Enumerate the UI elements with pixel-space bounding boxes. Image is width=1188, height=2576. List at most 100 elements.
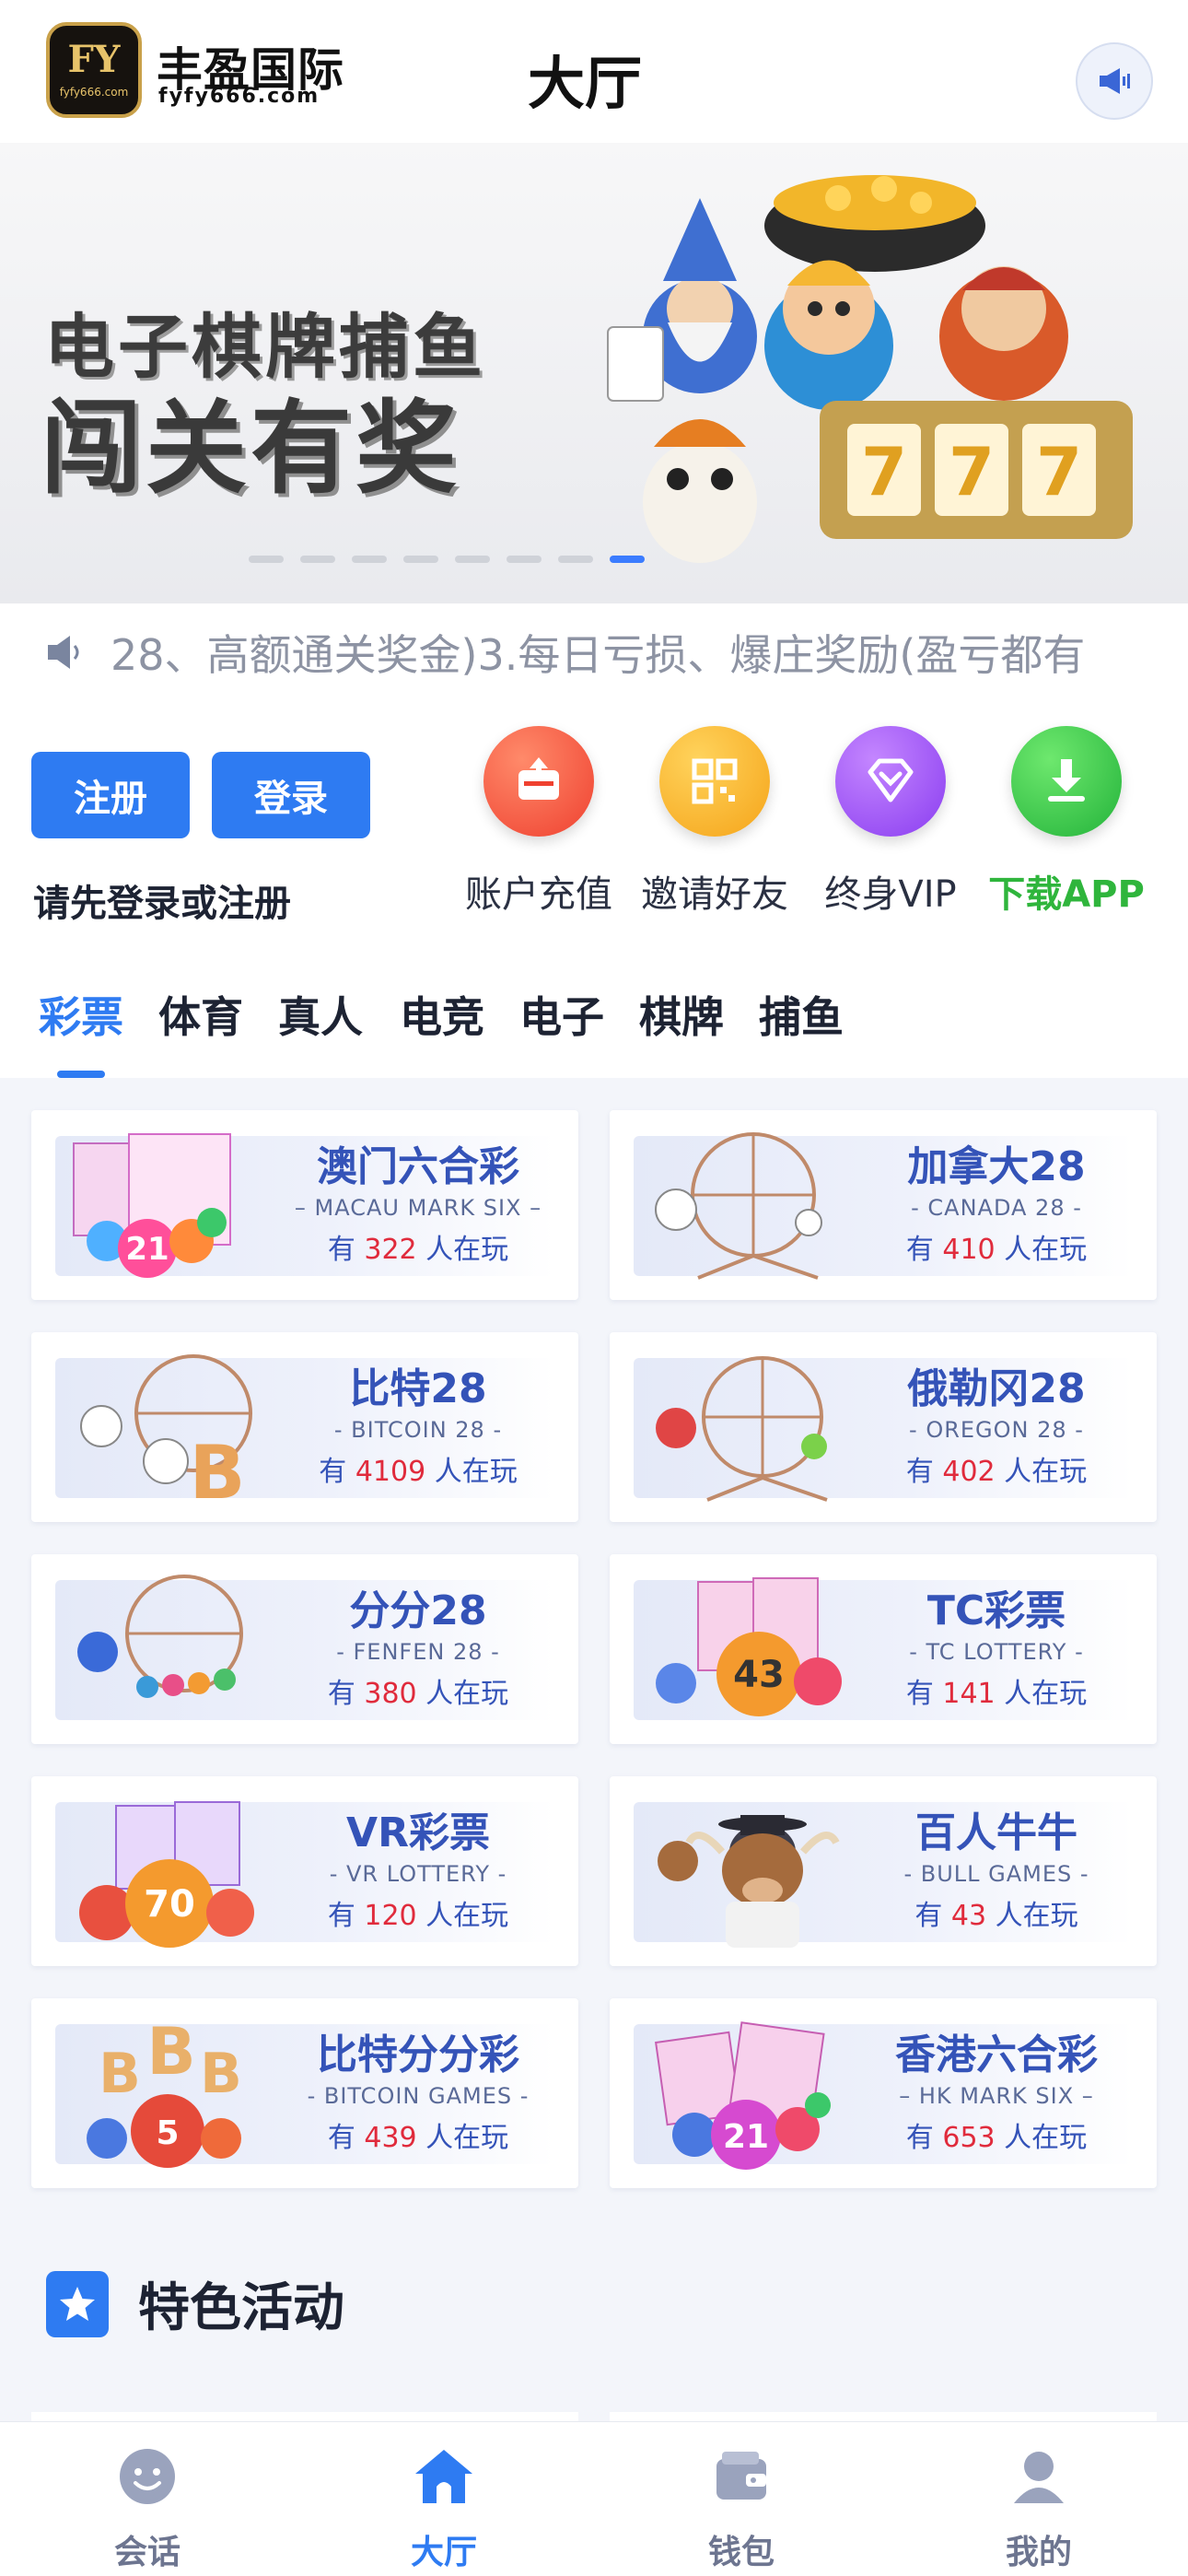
players-suffix: 人在玩 (425, 1456, 518, 1489)
pagination-dot[interactable] (558, 556, 593, 563)
svg-text:B: B (99, 2042, 141, 2106)
players-online: 有 402 人在玩 (849, 1448, 1144, 1489)
game-info: 百人牛牛 - BULL GAMES - 有 43 人在玩 (849, 1810, 1144, 1933)
banner-subheadline: 闯关有奖 (41, 390, 460, 508)
chat-icon (120, 2449, 175, 2504)
pagination-dot[interactable] (249, 556, 284, 563)
player-count: 653 (942, 2122, 996, 2155)
svg-text:7: 7 (949, 433, 995, 510)
player-count: 402 (942, 1456, 996, 1489)
game-card-canada-28[interactable]: 加拿大28 - CANADA 28 - 有 410 人在玩 (610, 1110, 1157, 1300)
game-info: 加拿大28 - CANADA 28 - 有 410 人在玩 (849, 1144, 1144, 1267)
vip-action[interactable]: 终身VIP (808, 726, 973, 918)
players-suffix: 人在玩 (995, 1678, 1088, 1711)
announcement-button[interactable] (1076, 42, 1153, 120)
page-title: 大厅 (527, 50, 642, 117)
pagination-dot[interactable] (403, 556, 438, 563)
game-name: TC彩票 (926, 1587, 1066, 1634)
players-suffix: 人在玩 (986, 1900, 1078, 1933)
game-info: 比特分分彩 - BITCOIN GAMES - 有 439 人在玩 (271, 2032, 565, 2155)
deposit-action[interactable]: 账户充值 (456, 726, 622, 918)
players-online: 有 653 人在玩 (849, 2114, 1144, 2155)
nav-wallet[interactable]: 钱包 (649, 2444, 833, 2573)
svg-text:7: 7 (861, 433, 907, 510)
qr-code-icon (659, 726, 770, 837)
tab-cards[interactable]: 棋牌 (639, 984, 724, 1045)
tab-lottery[interactable]: 彩票 (39, 984, 123, 1045)
game-english-name: – HK MARK SIX – (899, 2083, 1094, 2110)
deposit-icon (483, 726, 594, 837)
account-panel: 注册 登录 请先登录或注册 账户充值 邀请好友 终身VIP 下载APP (0, 700, 1188, 951)
players-online: 有 322 人在玩 (271, 1226, 565, 1267)
pagination-dot-active[interactable] (610, 556, 645, 563)
notice-marquee[interactable]: 28、高额通关奖金)3.每日亏损、爆庄奖励(盈亏都有 (0, 603, 1188, 700)
game-name: 比特分分彩 (317, 2032, 519, 2078)
nav-label: 会话 (113, 2534, 181, 2571)
game-card-fenfen-28[interactable]: 分分28 - FENFEN 28 - 有 380 人在玩 (31, 1554, 578, 1744)
players-online: 有 439 人在玩 (271, 2114, 565, 2155)
players-prefix: 有 (327, 1900, 365, 1933)
tab-fishing[interactable]: 捕鱼 (759, 984, 844, 1045)
players-prefix: 有 (319, 1456, 355, 1489)
pagination-dot[interactable] (455, 556, 490, 563)
game-info: 香港六合彩 – HK MARK SIX – 有 653 人在玩 (849, 2032, 1144, 2155)
svg-text:B: B (200, 2042, 242, 2106)
game-english-name: - OREGON 28 - (909, 1417, 1084, 1444)
pagination-dot[interactable] (352, 556, 387, 563)
game-english-name: - CANADA 28 - (911, 1195, 1082, 1222)
players-suffix: 人在玩 (416, 1234, 509, 1267)
tab-esports[interactable]: 电竞 (400, 984, 484, 1045)
game-card-bitcoin-28[interactable]: B 比特28 - BITCOIN 28 - 有 4109 人在玩 (31, 1332, 578, 1522)
player-count: 439 (364, 2122, 417, 2155)
svg-text:B: B (190, 1430, 246, 1509)
tab-live[interactable]: 真人 (278, 984, 363, 1045)
svg-text:7: 7 (1036, 433, 1082, 510)
banner-pagination (249, 556, 645, 563)
svg-text:70: 70 (144, 1883, 195, 1926)
tab-slots[interactable]: 电子 (519, 984, 604, 1045)
tab-sports[interactable]: 体育 (158, 984, 243, 1045)
game-card-oregon-28[interactable]: 俄勒冈28 - OREGON 28 - 有 402 人在玩 (610, 1332, 1157, 1522)
game-info: 比特28 - BITCOIN 28 - 有 4109 人在玩 (271, 1365, 565, 1489)
svg-text:21: 21 (125, 1231, 169, 1268)
game-name: 比特28 (349, 1365, 487, 1412)
game-card-macau-mark-six[interactable]: 21 澳门六合彩 – MACAU MARK SIX – 有 322 人在玩 (31, 1110, 578, 1300)
players-online: 有 410 人在玩 (849, 1226, 1144, 1267)
pagination-dot[interactable] (300, 556, 335, 563)
game-info: TC彩票 - TC LOTTERY - 有 141 人在玩 (849, 1587, 1144, 1711)
login-button[interactable]: 登录 (212, 752, 370, 838)
game-card-tc-lottery[interactable]: 43 TC彩票 - TC LOTTERY - 有 141 人在玩 (610, 1554, 1157, 1744)
nav-chat[interactable]: 会话 (55, 2444, 239, 2573)
game-info: 分分28 - FENFEN 28 - 有 380 人在玩 (271, 1588, 565, 1711)
invite-action[interactable]: 邀请好友 (632, 726, 798, 918)
game-info: 俄勒冈28 - OREGON 28 - 有 402 人在玩 (849, 1365, 1144, 1489)
active-tab-indicator (57, 1071, 105, 1078)
players-prefix: 有 (327, 1678, 365, 1711)
category-tabs: 彩票 体育 真人 电竞 电子 棋牌 捕鱼 (0, 951, 1188, 1078)
featured-activities-heading: 特色活动 (46, 2266, 344, 2341)
quick-action-label: 终身VIP (824, 873, 957, 916)
game-info: 澳门六合彩 – MACAU MARK SIX – 有 322 人在玩 (271, 1143, 565, 1267)
promo-banner[interactable]: 电子棋牌捕鱼 闯关有奖 7 7 7 (0, 143, 1188, 603)
players-online: 有 4109 人在玩 (271, 1448, 565, 1489)
game-english-name: - BULL GAMES - (903, 1861, 1089, 1888)
download-app-action[interactable]: 下载APP (984, 726, 1149, 918)
nav-profile[interactable]: 我的 (947, 2444, 1131, 2573)
game-english-name: - TC LOTTERY - (909, 1639, 1084, 1666)
game-card-vr-lottery[interactable]: 70 VR彩票 - VR LOTTERY - 有 120 人在玩 (31, 1776, 578, 1966)
bottom-navigation: 会话 大厅 钱包 我的 (0, 2421, 1188, 2576)
game-name: 澳门六合彩 (317, 1143, 519, 1190)
home-icon (415, 2450, 472, 2503)
pagination-dot[interactable] (507, 556, 542, 563)
players-suffix: 人在玩 (416, 1678, 509, 1711)
register-button[interactable]: 注册 (31, 752, 190, 838)
svg-text:B: B (146, 2014, 195, 2090)
game-card-bitcoin-games[interactable]: B B B 5 比特分分彩 - BITCOIN GAMES - 有 439 人在… (31, 1998, 578, 2188)
game-card-hk-mark-six[interactable]: 21 香港六合彩 – HK MARK SIX – 有 653 人在玩 (610, 1998, 1157, 2188)
game-name: 俄勒冈28 (907, 1365, 1086, 1412)
game-card-bull-games[interactable]: 百人牛牛 - BULL GAMES - 有 43 人在玩 (610, 1776, 1157, 1966)
nav-lobby[interactable]: 大厅 (352, 2444, 536, 2573)
game-english-name: - BITCOIN GAMES - (307, 2083, 530, 2110)
players-prefix: 有 (905, 1234, 943, 1267)
player-count: 120 (364, 1900, 417, 1933)
